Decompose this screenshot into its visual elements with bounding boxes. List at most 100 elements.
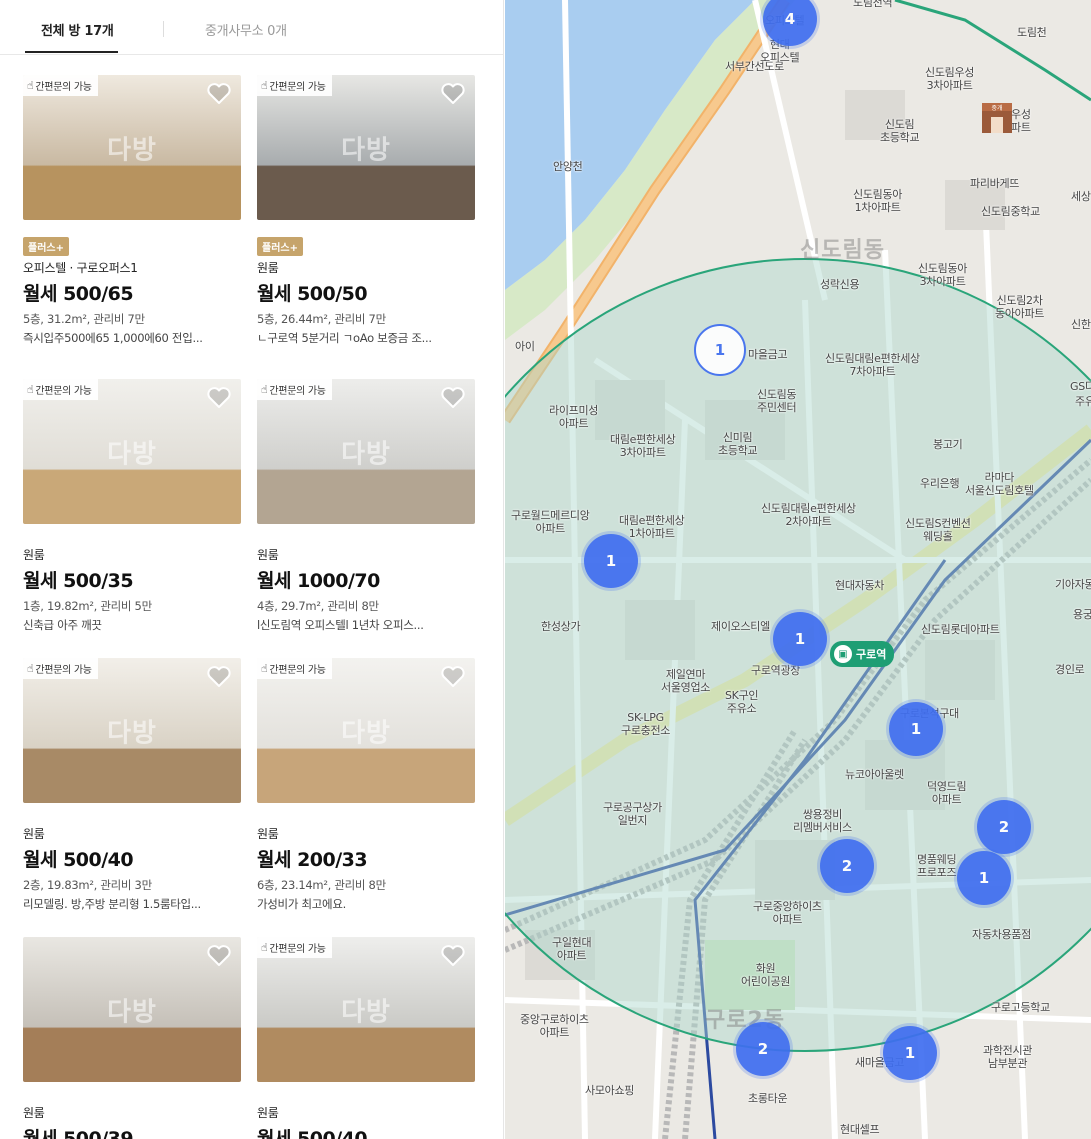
inquiry-badge-label: 간편문의 가능 xyxy=(35,82,92,93)
hand-pointer-icon: ☝ xyxy=(27,662,34,675)
map-place-label: 우리은행 xyxy=(920,477,960,490)
map-place-label: 신도림2차 동아아파트 xyxy=(995,294,1045,320)
map-place-label: 성락신용 xyxy=(820,278,860,291)
listing-price: 월세 200/33 xyxy=(257,849,368,871)
inquiry-badge: ☝ 간편문의 가능 xyxy=(257,937,332,958)
favorite-heart-icon[interactable] xyxy=(206,665,232,689)
map-place-label: 마을금고 xyxy=(748,348,788,361)
map-place-label: 구로중앙하이츠 아파트 xyxy=(753,900,822,926)
listing-detail: 6층, 23.14m², 관리비 8만 xyxy=(257,878,386,892)
watermark-logo: 다방 xyxy=(341,135,391,165)
listing-detail: 5층, 26.44m², 관리비 7만 xyxy=(257,312,386,326)
hand-pointer-icon: ☝ xyxy=(261,383,268,396)
listing-card[interactable]: 다방 ☝ 간편문의 가능 원룸 월세 1000/70 4층, 29.7m², 관리… xyxy=(257,379,475,632)
station-label: 구로역 xyxy=(856,648,887,661)
listing-card[interactable]: 다방 원룸 월세 500/39 xyxy=(23,937,241,1139)
map-place-label: 신도림롯데아파트 xyxy=(921,623,1000,636)
listing-photo[interactable]: 다방 ☝ 간편문의 가능 xyxy=(257,379,475,524)
favorite-heart-icon[interactable] xyxy=(206,82,232,106)
listing-photo[interactable]: 다방 xyxy=(23,937,241,1082)
listing-detail: 4층, 29.7m², 관리비 8만 xyxy=(257,599,379,613)
map-cluster-marker[interactable]: 1 xyxy=(889,702,943,756)
map-place-label: 명품웨딩 프로포즈 xyxy=(917,853,957,879)
map-place-label: 대림e편한세상 3차아파트 xyxy=(610,433,676,459)
inquiry-badge-label: 간편문의 가능 xyxy=(35,665,92,676)
listing-type: 원룸 xyxy=(23,827,45,841)
favorite-heart-icon[interactable] xyxy=(206,386,232,410)
map-place-label: 뉴코아아울렛 xyxy=(845,768,904,781)
station-marker[interactable]: ▣ 구로역 xyxy=(830,641,895,667)
listing-photo[interactable]: 다방 ☝ 간편문의 가능 xyxy=(23,658,241,803)
listing-card[interactable]: 다방 ☝ 간편문의 가능 원룸 월세 500/40 2층, 19.83m², 관리… xyxy=(23,658,241,911)
map-cluster-marker[interactable]: 2 xyxy=(820,839,874,893)
tab-agencies[interactable]: 중개사무소 0개 xyxy=(205,20,287,39)
map-place-label: 용궁 xyxy=(1073,608,1091,621)
map-place-label: 화원 어린이공원 xyxy=(741,962,791,988)
listing-description: l신도림역 오피스텔l 1년차 오피스... xyxy=(257,618,424,632)
listing-type: 원룸 xyxy=(257,1106,279,1120)
map-cluster-marker[interactable]: 1 xyxy=(883,1026,937,1080)
map-place-label: 덕영드림 아파트 xyxy=(927,780,967,806)
map-place-label: 자동차용품점 xyxy=(972,928,1031,941)
map-place-label: 현대자동차 xyxy=(835,579,885,592)
map-place-label: 아이 xyxy=(515,340,535,353)
dong-label: 신도림동 xyxy=(800,238,885,263)
map-place-label: 신한 xyxy=(1071,318,1091,331)
inquiry-badge-label: 간편문의 가능 xyxy=(269,82,326,93)
plus-badge: 플러스+ xyxy=(257,237,303,256)
map-place-label: 사모아쇼핑 xyxy=(585,1084,635,1097)
map-place-label: 신도림동 주민센터 xyxy=(757,388,797,414)
map-cluster-marker[interactable]: 2 xyxy=(736,1022,790,1076)
listing-card[interactable]: 다방 ☝ 간편문의 가능 플러스+ 오피스텔 · 구로오퍼스1 월세 500/65… xyxy=(23,75,241,345)
active-tab-indicator xyxy=(25,51,118,53)
favorite-heart-icon[interactable] xyxy=(440,82,466,106)
map-place-label: 주유 xyxy=(1075,395,1091,408)
listing-photo[interactable]: 다방 ☝ 간편문의 가능 xyxy=(257,937,475,1082)
favorite-heart-icon[interactable] xyxy=(206,944,232,968)
inquiry-badge-label: 간편문의 가능 xyxy=(269,665,326,676)
listing-price: 월세 500/65 xyxy=(23,283,134,305)
favorite-heart-icon[interactable] xyxy=(440,944,466,968)
inquiry-badge-label: 간편문의 가능 xyxy=(269,944,326,955)
listing-photo[interactable]: 다방 ☝ 간편문의 가능 xyxy=(23,75,241,220)
listing-detail: 2층, 19.83m², 관리비 3만 xyxy=(23,878,152,892)
map-place-label: 과학전시관 남부분관 xyxy=(983,1044,1033,1070)
map-place-label: 신도림 초등학교 xyxy=(880,118,920,144)
map-place-label: 구일현대 아파트 xyxy=(552,936,592,962)
inquiry-badge: ☝ 간편문의 가능 xyxy=(23,75,98,96)
map-place-label: 신도림중학교 xyxy=(981,205,1040,218)
listing-photo[interactable]: 다방 ☝ 간편문의 가능 xyxy=(257,75,475,220)
map-place-label: 대림e편한세상 1차아파트 xyxy=(619,514,685,540)
listing-price: 월세 500/40 xyxy=(257,1128,368,1139)
map-place-label: 안양천 xyxy=(553,160,583,173)
listing-card[interactable]: 다방 ☝ 간편문의 가능 원룸 월세 500/35 1층, 19.82m², 관리… xyxy=(23,379,241,632)
map-cluster-marker[interactable]: 2 xyxy=(977,800,1031,854)
listing-card[interactable]: 다방 ☝ 간편문의 가능 원룸 월세 200/33 6층, 23.14m², 관리… xyxy=(257,658,475,911)
watermark-logo: 다방 xyxy=(341,718,391,748)
map-place-label: 신도림S컨벤션 웨딩홀 xyxy=(905,517,971,543)
favorite-heart-icon[interactable] xyxy=(440,386,466,410)
hand-pointer-icon: ☝ xyxy=(27,383,34,396)
listing-price: 월세 500/39 xyxy=(23,1128,134,1139)
map-cluster-marker[interactable]: 1 xyxy=(957,851,1011,905)
listing-card[interactable]: 다방 ☝ 간편문의 가능 플러스+ 원룸 월세 500/50 5층, 26.44m… xyxy=(257,75,475,345)
tab-all-rooms[interactable]: 전체 방 17개 xyxy=(41,20,114,39)
listing-card[interactable]: 다방 ☝ 간편문의 가능 원룸 월세 500/40 xyxy=(257,937,475,1139)
map-place-label: SK-LPG 구로충전소 xyxy=(621,711,671,737)
listing-type: 원룸 xyxy=(257,261,279,275)
map-place-label: 봉고기 xyxy=(933,438,963,451)
map-view[interactable]: 도림천역 도림천 신도림우성 3차아파트 신도림 초등학교 안양천 파리바게뜨 신도림동아 … xyxy=(505,0,1091,1139)
map-cluster-marker[interactable]: 1 xyxy=(773,612,827,666)
listing-type: 원룸 xyxy=(257,827,279,841)
listing-photo[interactable]: 다방 ☝ 간편문의 가능 xyxy=(257,658,475,803)
inquiry-badge-label: 간편문의 가능 xyxy=(35,386,92,397)
map-cluster-marker[interactable]: 1 xyxy=(694,324,746,376)
listing-photo[interactable]: 다방 ☝ 간편문의 가능 xyxy=(23,379,241,524)
map-cluster-marker[interactable]: 1 xyxy=(584,534,638,588)
listing-description: 가성비가 최고에요. xyxy=(257,897,346,911)
favorite-heart-icon[interactable] xyxy=(440,665,466,689)
subway-icon: ▣ xyxy=(834,645,852,663)
agency-marker-icon[interactable]: 중개 xyxy=(979,99,1015,135)
listing-panel: 전체 방 17개 중개사무소 0개 다방 ☝ 간편문의 가능 플러스+ 오피스텔 … xyxy=(0,0,504,1139)
listing-price: 월세 500/50 xyxy=(257,283,368,305)
